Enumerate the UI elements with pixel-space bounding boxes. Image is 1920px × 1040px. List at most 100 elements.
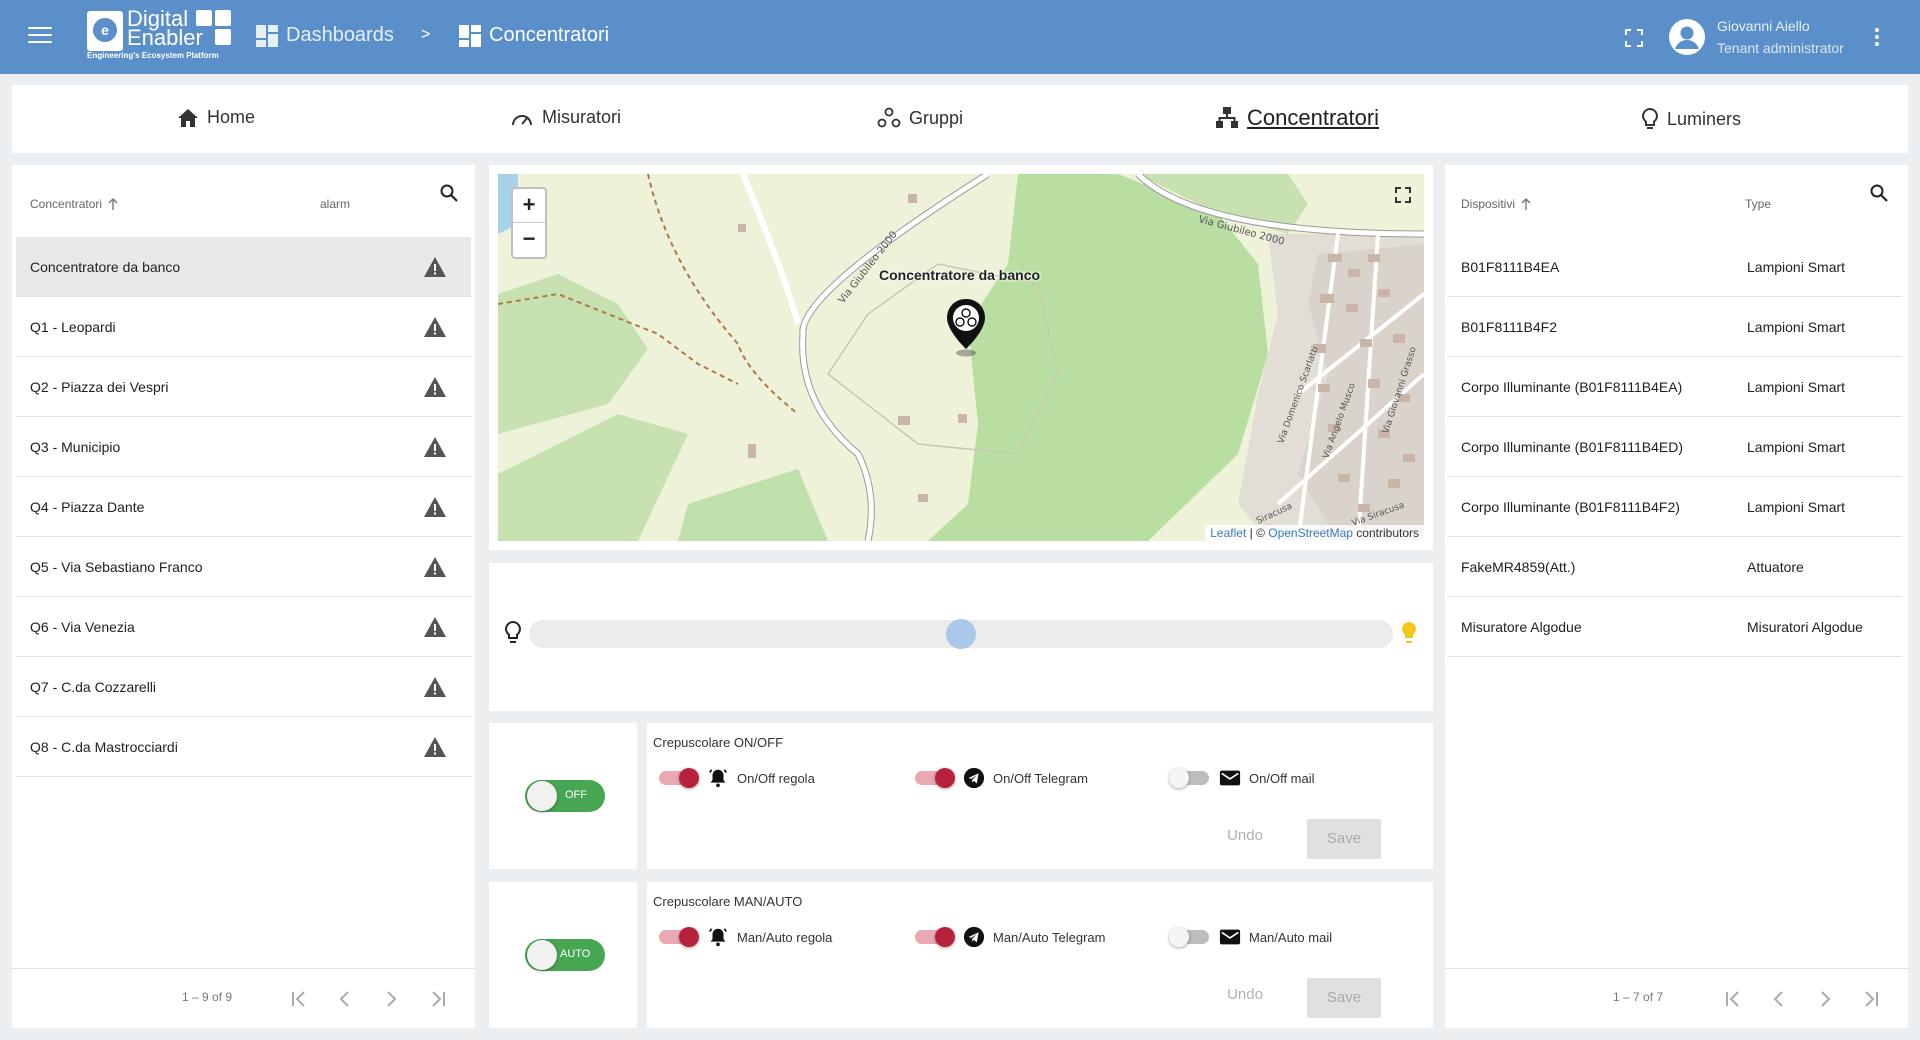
table-row[interactable]: Q8 - C.da Mastrocciardi (16, 717, 471, 777)
table-row[interactable]: Q4 - Piazza Dante (16, 477, 471, 537)
device-type: Misuratori Algodue (1747, 619, 1863, 635)
crepuscolare-onoff-card: Crepuscolare ON/OFF On/Off regola On/Off… (647, 723, 1433, 869)
table-row[interactable]: Corpo Illuminante (B01F8111B4ED) Lampioni… (1447, 417, 1902, 477)
table-row[interactable]: Corpo Illuminante (B01F8111B4EA) Lampioni… (1447, 357, 1902, 417)
user-avatar[interactable] (1669, 19, 1705, 55)
device-type: Lampioni Smart (1747, 499, 1846, 515)
leaflet-link[interactable]: Leaflet (1210, 526, 1246, 540)
onoff-mail-label: On/Off mail (1249, 770, 1315, 786)
table-row[interactable]: Q2 - Piazza dei Vespri (16, 357, 471, 417)
warning-icon (424, 437, 446, 457)
telegram-icon (963, 767, 985, 789)
first-page-icon[interactable] (1722, 988, 1744, 1010)
breadcrumb-current: Concentratori (459, 24, 609, 47)
table-row[interactable]: Q3 - Municipio (16, 417, 471, 477)
last-page-icon[interactable] (1860, 988, 1882, 1010)
logo-tagline: Engineering's Ecosystem Platform (87, 51, 219, 60)
manauto-mail-label: Man/Auto mail (1249, 929, 1333, 945)
openstreetmap-link[interactable]: OpenStreetMap (1268, 526, 1353, 540)
tab-luminers-label: Luminers (1667, 108, 1742, 129)
device-name: B01F8111B4F2 (1461, 319, 1557, 335)
onoff-master-toggle[interactable]: OFF (525, 780, 605, 812)
tab-home[interactable]: Home (177, 107, 255, 128)
menu-icon[interactable] (28, 27, 52, 47)
fullscreen-icon[interactable] (1625, 29, 1643, 47)
warning-icon (424, 497, 446, 517)
table-row[interactable]: FakeMR4859(Att.) Attuatore (1447, 537, 1902, 597)
manauto-undo-button[interactable]: Undo (1207, 978, 1283, 1012)
next-page-icon[interactable] (380, 988, 402, 1010)
table-row[interactable]: Q1 - Leopardi (16, 297, 471, 357)
previous-page-icon[interactable] (334, 988, 356, 1010)
column-header-alarm[interactable]: alarm (320, 197, 350, 211)
manauto-telegram-switch[interactable] (913, 927, 955, 947)
warning-icon (424, 617, 446, 637)
warning-icon (424, 557, 446, 577)
tab-luminers[interactable]: Luminers (1641, 107, 1741, 131)
concentratore-name: Concentratore da banco (30, 259, 181, 275)
dimmer-slider[interactable] (529, 619, 1393, 649)
table-row[interactable]: Concentratore da banco (16, 237, 471, 297)
manauto-toggle-label: AUTO (560, 948, 591, 960)
attribution-contributors: contributors (1352, 526, 1419, 540)
manauto-master-toggle[interactable]: AUTO (525, 939, 605, 971)
dimmer-slider-thumb[interactable] (946, 619, 976, 649)
tab-gruppi[interactable]: Gruppi (877, 107, 963, 129)
onoff-mail-switch[interactable] (1169, 768, 1211, 788)
device-type: Lampioni Smart (1747, 439, 1846, 455)
table-row[interactable]: Corpo Illuminante (B01F8111B4F2) Lampioni… (1447, 477, 1902, 537)
tab-gruppi-label: Gruppi (909, 107, 964, 128)
breadcrumb-dashboards[interactable]: Dashboards (256, 24, 394, 47)
onoff-undo-button[interactable]: Undo (1207, 819, 1283, 853)
map-view[interactable]: Via Giubileo 2000 Via Giubileo 2000 Via … (498, 174, 1424, 541)
tab-misuratori-label: Misuratori (542, 107, 622, 127)
manauto-toggle-knob (527, 940, 557, 970)
column-header-type[interactable]: Type (1745, 197, 1771, 211)
sort-arrow-up-icon (108, 198, 118, 210)
table-row[interactable]: B01F8111B4F2 Lampioni Smart (1447, 297, 1902, 357)
right-paginator: 1 – 7 of 7 (1445, 968, 1908, 1028)
tab-misuratori[interactable]: Misuratori (510, 107, 621, 128)
manauto-regola-switch[interactable] (657, 927, 699, 947)
more-vert-icon[interactable] (1874, 28, 1880, 48)
onoff-regola-switch[interactable] (657, 768, 699, 788)
search-icon[interactable] (1869, 183, 1889, 203)
manauto-regola-label: Man/Auto regola (737, 929, 833, 945)
lightbulb-off-icon (505, 620, 521, 643)
onoff-telegram-label: On/Off Telegram (993, 770, 1088, 786)
concentratore-name: Q5 - Via Sebastiano Franco (30, 559, 203, 575)
table-row[interactable]: Q6 - Via Venezia (16, 597, 471, 657)
device-name: FakeMR4859(Att.) (1461, 559, 1576, 575)
zoom-in-button[interactable]: + (513, 189, 545, 223)
zoom-out-button[interactable]: − (513, 223, 545, 257)
crepuscolare-manauto-title: Crepuscolare MAN/AUTO (653, 894, 803, 909)
lightbulb-icon (1642, 107, 1658, 129)
manauto-save-button[interactable]: Save (1307, 978, 1381, 1018)
digital-enabler-logo[interactable]: e Digital Enabler Engineering's Ecosyste… (87, 8, 237, 65)
map-fullscreen-icon[interactable] (1394, 186, 1412, 204)
manauto-mail-switch[interactable] (1169, 927, 1211, 947)
next-page-icon[interactable] (1814, 988, 1836, 1010)
tab-concentratori[interactable]: Concentratori (1215, 105, 1379, 131)
onoff-telegram-switch[interactable] (913, 768, 955, 788)
warning-icon (424, 257, 446, 277)
marker-label: Concentratore da banco (879, 267, 1041, 283)
manauto-toggle-card: AUTO (489, 882, 637, 1028)
last-page-icon[interactable] (427, 988, 449, 1010)
map-marker-icon[interactable] (943, 297, 989, 357)
onoff-save-button[interactable]: Save (1307, 819, 1381, 859)
table-row[interactable]: Q5 - Via Sebastiano Franco (16, 537, 471, 597)
home-icon (178, 108, 198, 127)
lightbulb-on-icon (1402, 622, 1416, 643)
table-row[interactable]: Q7 - C.da Cozzarelli (16, 657, 471, 717)
table-row[interactable]: Misuratore Algodue Misuratori Algodue (1447, 597, 1902, 657)
previous-page-icon[interactable] (1768, 988, 1790, 1010)
dispositivi-table: Dispositivi Type B01F8111B4EA Lampioni Sm… (1445, 165, 1908, 1028)
sort-arrow-up-icon (1521, 198, 1531, 210)
alarm-bell-icon (709, 928, 727, 947)
column-header-dispositivi[interactable]: Dispositivi (1461, 197, 1531, 211)
column-header-concentratori[interactable]: Concentratori (30, 197, 118, 211)
table-row[interactable]: B01F8111B4EA Lampioni Smart (1447, 237, 1902, 297)
first-page-icon[interactable] (288, 988, 310, 1010)
search-icon[interactable] (439, 183, 459, 203)
